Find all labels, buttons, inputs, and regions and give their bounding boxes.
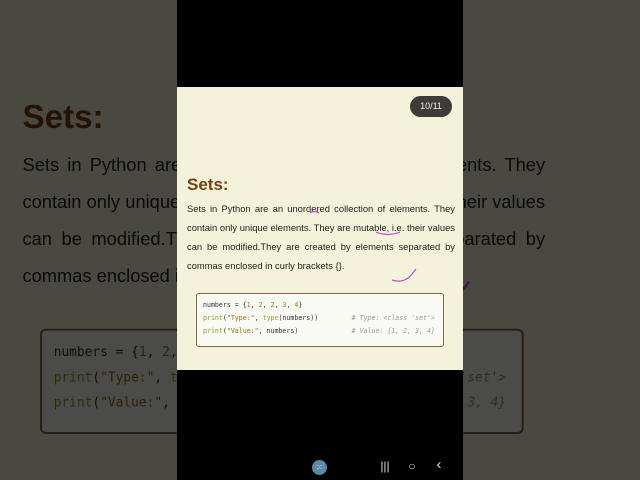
grid-icon[interactable]: ⁙	[312, 460, 327, 475]
home-button[interactable]: ○	[404, 459, 420, 473]
pen-annotations	[309, 210, 417, 282]
recents-button[interactable]: |||	[377, 459, 393, 473]
phone-screen: 10/11 Sets: Sets in Python are an unorde…	[177, 0, 463, 480]
android-nav-bar: ⁙ ||| ○ ‹	[177, 455, 463, 480]
slide: 10/11 Sets: Sets in Python are an unorde…	[177, 87, 463, 370]
back-button[interactable]: ‹	[431, 456, 447, 473]
